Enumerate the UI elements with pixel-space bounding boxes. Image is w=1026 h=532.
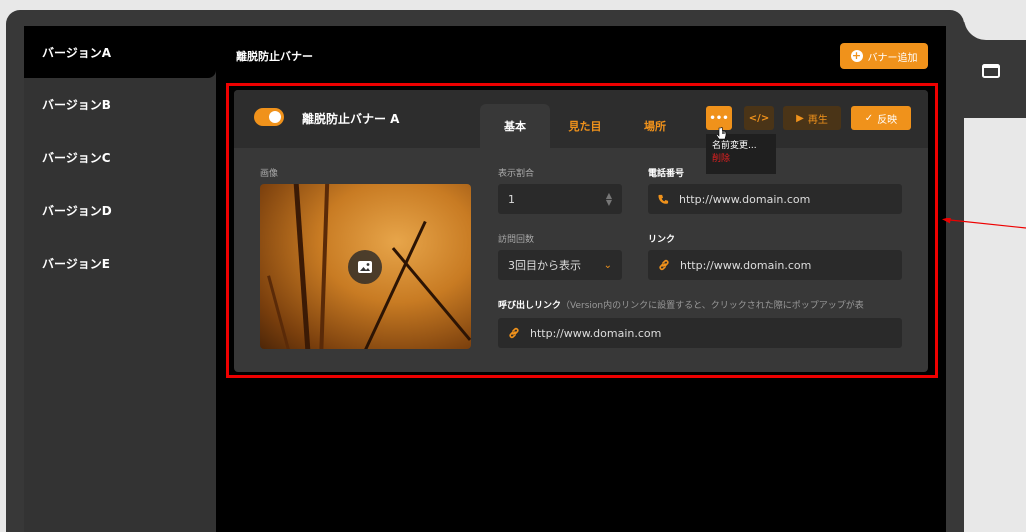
image-label: 画像 [260,169,279,179]
sidebar-item-version-d[interactable]: バージョンD [24,184,216,237]
link-value: http://www.domain.com [680,258,812,272]
callout-link-note: （Version内のリンクに設置すると、クリックされた際にポップアップが表 [561,301,864,311]
link-label: リンク [648,235,676,245]
phone-icon [658,194,669,205]
visit-count-label: 訪問回数 [498,235,535,245]
sidebar-item-version-a[interactable]: バージョンA [24,26,216,78]
phone-field[interactable]: http://www.domain.com [648,184,902,214]
callout-link-label: 呼び出しリンク（Version内のリンクに設置すると、クリックされた際にポップア… [498,298,864,311]
menu-item-delete[interactable]: 削除 [712,153,770,166]
play-icon: ▶ [796,112,804,124]
phone-value: http://www.domain.com [679,192,811,206]
stepper-arrows-icon[interactable]: ▲ ▼ [606,192,612,207]
sidebar-item-label: バージョンE [42,257,110,271]
display-ratio-label: 表示割合 [498,169,535,179]
callout-link-value: http://www.domain.com [530,326,662,340]
image-icon[interactable] [348,250,382,284]
image-decoration [293,184,312,349]
add-banner-label: バナー追加 [867,52,918,64]
tab-bar: 基本 見た目 場所 [480,104,690,148]
phone-label: 電話番号 [648,169,685,179]
sidebar-item-label: バージョンD [42,204,112,218]
banner-name: 離脱防止バナー A [302,112,400,126]
sidebar-item-label: バージョンA [42,45,112,60]
banner-image[interactable] [260,184,471,349]
card-header: 離脱防止バナー A 基本 見た目 場所 ••• </> ▶ 再生 ✓ 反映 [234,90,928,148]
play-label: 再生 [807,114,828,126]
tab-basic[interactable]: 基本 [480,104,550,148]
link-icon [658,259,670,271]
reflect-button[interactable]: ✓ 反映 [851,106,911,130]
callout-link-title: 呼び出しリンク [498,301,562,311]
sidebar-item-label: バージョンB [42,98,111,112]
image-decoration [391,247,471,341]
page-title: 離脱防止バナー [236,50,313,63]
cursor-icon [716,126,728,145]
frame-notch [964,0,1026,40]
display-ratio-stepper[interactable]: 1 ▲ ▼ [498,184,622,214]
sidebar-item-version-c[interactable]: バージョンC [24,131,216,184]
image-decoration [267,275,296,349]
plus-circle-icon: + [850,49,863,62]
sidebar-item-version-e[interactable]: バージョンE [24,237,216,290]
sidebar-item-version-b[interactable]: バージョンB [24,78,216,131]
sidebar-item-label: バージョンC [42,151,111,165]
image-decoration [356,220,427,349]
link-icon [508,327,520,339]
tab-appearance[interactable]: 見た目 [550,104,620,148]
check-icon: ✓ [864,112,874,124]
chevron-down-icon: ⌄ [603,259,612,271]
callout-link-field[interactable]: http://www.domain.com [498,318,902,348]
window-icon[interactable] [978,58,1004,84]
code-button[interactable]: </> [744,106,774,130]
arrow-icon [942,218,1026,229]
visit-count-value: 3回目から表示 [508,259,581,272]
banner-toggle[interactable] [254,108,284,126]
visit-count-select[interactable]: 3回目から表示 ⌄ [498,250,622,280]
image-decoration [318,184,330,349]
banner-card: 離脱防止バナー A 基本 見た目 場所 ••• </> ▶ 再生 ✓ 反映 名前… [234,90,928,372]
sidebar: バージョンA バージョンB バージョンC バージョンD バージョンE [24,26,216,532]
display-ratio-value: 1 [508,192,515,206]
tab-location[interactable]: 場所 [620,104,690,148]
reflect-label: 反映 [877,114,898,126]
link-field[interactable]: http://www.domain.com [648,250,902,280]
add-banner-button[interactable]: + バナー追加 [840,43,928,69]
play-button[interactable]: ▶ 再生 [783,106,841,130]
